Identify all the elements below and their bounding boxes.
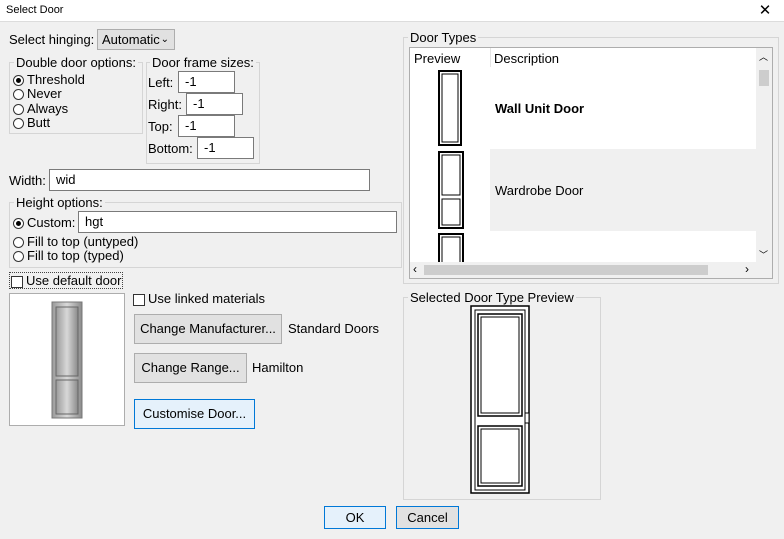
horizontal-scrollbar[interactable]: ‹ › [410,262,756,278]
radio-dot-icon [13,237,24,249]
column-header-preview[interactable]: Preview [414,51,460,66]
column-header-description[interactable]: Description [494,51,559,66]
column-divider [490,48,491,67]
checkbox-icon [11,275,23,288]
row-preview-cell [410,67,490,149]
frame-left-input[interactable]: -1 [178,71,235,93]
radio-dot-icon [13,89,24,101]
customise-door-button[interactable]: Customise Door... [134,399,255,429]
custom-height-input[interactable]: hgt [78,211,397,233]
radio-label: Custom: [27,215,76,230]
row-preview-cell [410,149,490,231]
checkbox-icon [133,293,145,306]
row-preview-cell [410,231,490,278]
change-range-button[interactable]: Change Range... [134,353,247,383]
radio-label: Fill to top (untyped) [27,234,139,249]
checkbox-label: Use linked materials [148,291,266,306]
radio-label: Threshold [27,72,85,87]
table-row[interactable]: Wardrobe Door [410,149,756,231]
scroll-corner [756,262,772,278]
double-door-legend: Double door options: [14,55,138,70]
radio-dot-icon [13,104,24,116]
radio-dot-icon [13,75,24,87]
default-door-preview [9,293,125,426]
table-row[interactable] [410,231,756,278]
radio-always[interactable]: Always [13,101,68,116]
radio-label: Never [27,86,62,101]
selected-door-preview [468,305,532,495]
door-types-list[interactable]: Preview Description Wall Unit Door Wardr… [409,47,773,279]
frame-sizes-legend: Door frame sizes: [150,55,256,70]
use-default-door-checkbox[interactable]: Use default door [9,272,124,289]
scroll-up-icon[interactable]: ︿ [759,50,768,63]
door-thumbnail-icon [438,151,464,229]
frame-top-label: Top: [148,119,173,134]
hinging-value: Automatic [102,32,160,47]
frame-bottom-label: Bottom: [148,141,193,156]
scroll-right-icon[interactable]: › [745,262,749,276]
frame-right-label: Right: [148,97,182,112]
radio-label: Butt [27,115,51,130]
window-title: Select Door [6,4,64,16]
hinging-select[interactable]: Automatic ⌄ [97,29,175,50]
door-thumbnail-icon [438,233,464,278]
manufacturer-value: Standard Doors [288,321,380,336]
vertical-scrollbar[interactable]: ︿ ﹀ [756,48,772,262]
frame-top-input[interactable]: -1 [178,115,235,137]
change-manufacturer-button[interactable]: Change Manufacturer... [134,314,282,344]
width-input[interactable]: wid [49,169,370,191]
door-types-legend: Door Types [408,30,479,45]
row-description: Wardrobe Door [495,183,584,198]
radio-dot-icon [13,118,24,130]
door-thumbnail-icon [438,70,462,146]
frame-left-label: Left: [148,75,174,90]
chevron-down-icon: ⌄ [160,34,169,45]
title-bar [0,0,784,22]
checkbox-label: Use default door [26,273,122,288]
scroll-left-icon[interactable]: ‹ [413,262,417,276]
range-value: Hamilton [252,360,304,375]
door-preview-icon [51,301,83,419]
cancel-button[interactable]: Cancel [396,506,459,529]
radio-label: Always [27,101,69,116]
scroll-thumb[interactable] [424,265,708,275]
radio-label: Fill to top (typed) [27,248,124,263]
radio-butt[interactable]: Butt [13,115,50,130]
table-row[interactable]: Wall Unit Door [410,67,756,149]
radio-dot-icon [13,251,24,263]
door-elevation-icon [470,305,530,494]
radio-dot-icon [13,218,24,230]
selected-preview-legend: Selected Door Type Preview [408,290,576,305]
use-linked-materials-checkbox[interactable]: Use linked materials [133,291,265,306]
ok-button[interactable]: OK [324,506,386,529]
close-icon[interactable]: ✕ [756,1,774,19]
radio-fill-untyped[interactable]: Fill to top (untyped) [13,234,138,249]
scroll-thumb[interactable] [759,70,769,86]
hinging-label: Select hinging: [9,32,95,47]
height-options-legend: Height options: [14,195,105,210]
width-label: Width: [9,173,46,188]
radio-threshold[interactable]: Threshold [13,72,85,87]
frame-right-input[interactable]: -1 [186,93,243,115]
row-description: Wall Unit Door [495,101,585,116]
list-header: Preview Description [410,48,756,67]
radio-custom[interactable]: Custom: [13,215,75,230]
frame-bottom-input[interactable]: -1 [197,137,254,159]
radio-never[interactable]: Never [13,86,62,101]
scroll-down-icon[interactable]: ﹀ [759,248,768,261]
radio-fill-typed[interactable]: Fill to top (typed) [13,248,124,263]
